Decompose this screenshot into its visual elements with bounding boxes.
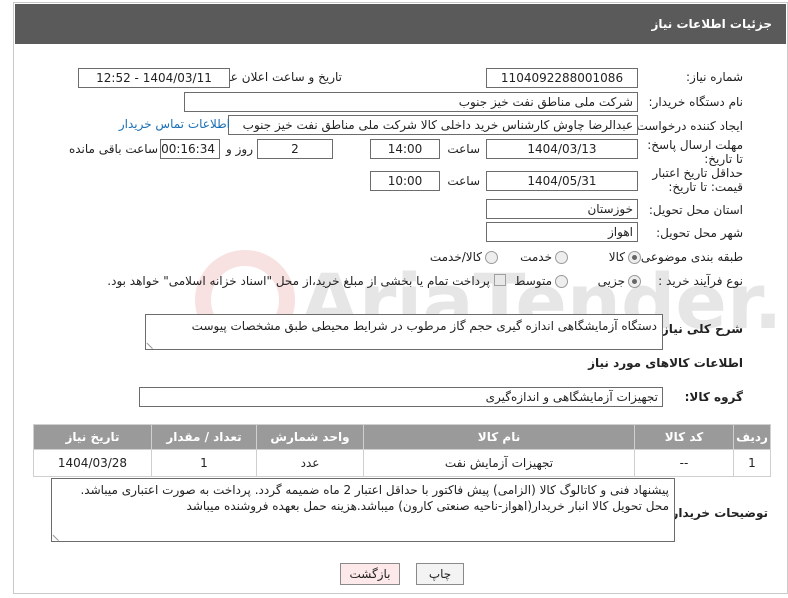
- page-header: جزئیات اطلاعات نیاز: [15, 4, 786, 44]
- goods-group-label: گروه کالا:: [684, 390, 743, 404]
- deadline-date-field: 1404/03/13: [486, 139, 638, 159]
- notes-label: توضیحات خریدار:: [666, 506, 768, 520]
- announce-field: 1404/03/11 - 12:52: [78, 68, 230, 88]
- resize-handle[interactable]: [146, 336, 159, 350]
- col-unit-header: واحد شمارش: [256, 424, 364, 450]
- buyer-label: نام دستگاه خریدار:: [648, 95, 744, 109]
- buyer-contact-link[interactable]: اطلاعات تماس خریدار: [119, 117, 230, 131]
- col-qty-header: تعداد / مقدار: [151, 424, 257, 450]
- creator-label: ایجاد کننده درخواست:: [632, 119, 743, 133]
- print-button[interactable]: چاپ: [416, 563, 464, 585]
- notes-textarea: پیشنهاد فنی و کاتالوگ کالا (الزامی) پیش …: [51, 478, 675, 542]
- col-name-header: نام کالا: [363, 424, 635, 450]
- table-row: 1 -- تجهیزات آزمایش نفت عدد 1 1404/03/28: [33, 449, 771, 477]
- province-label: استان محل تحویل:: [648, 203, 743, 217]
- validity-time-label: ساعت: [447, 174, 480, 188]
- code-cell: --: [634, 449, 734, 477]
- process-label: نوع فرآیند خرید :: [658, 274, 743, 288]
- process-medium-label: متوسط: [514, 274, 552, 288]
- need-number-field: 1104092288001086: [486, 68, 638, 88]
- days-label: روز و: [226, 142, 253, 156]
- name-cell: تجهیزات آزمایش نفت: [363, 449, 635, 477]
- category-label: طبقه بندی موضوعی:: [636, 250, 743, 264]
- resize-handle[interactable]: [52, 528, 65, 542]
- city-field: اهواز: [486, 222, 638, 242]
- category-both-radio[interactable]: [485, 251, 498, 264]
- validity-time-field: 10:00: [370, 171, 440, 191]
- treasury-checkbox[interactable]: [494, 274, 506, 286]
- deadline-label: مهلت ارسال پاسخ: تا تاریخ:: [647, 138, 743, 166]
- goods-table: ردیف کد کالا نام کالا واحد شمارش تعداد /…: [33, 424, 771, 477]
- col-date-header: تاریخ نیاز: [33, 424, 152, 450]
- date-cell: 1404/03/28: [33, 449, 152, 477]
- goods-group-field: تجهیزات آزمایشگاهی و اندازه‌گیری: [139, 387, 663, 407]
- validity-date-field: 1404/05/31: [486, 171, 638, 191]
- remaining-time-field: 00:16:34: [160, 139, 220, 159]
- treasury-note: پرداخت تمام یا بخشی از مبلغ خرید،از محل …: [107, 274, 490, 288]
- need-number-label: شماره نیاز:: [686, 70, 743, 84]
- deadline-time-field: 14:00: [370, 139, 440, 159]
- notes-text: پیشنهاد فنی و کاتالوگ کالا (الزامی) پیش …: [80, 483, 669, 513]
- summary-text: دستگاه آزمایشگاهی اندازه گیری حجم گاز مر…: [191, 319, 657, 333]
- category-service-label: خدمت: [520, 250, 552, 264]
- goods-section-title: اطلاعات کالاهای مورد نیاز: [588, 356, 743, 370]
- process-minor-radio[interactable]: [628, 275, 641, 288]
- unit-cell: عدد: [256, 449, 364, 477]
- col-code-header: کد کالا: [634, 424, 734, 450]
- province-field: خوزستان: [486, 199, 638, 219]
- category-both-label: کالا/خدمت: [429, 250, 482, 264]
- table-header-row: ردیف کد کالا نام کالا واحد شمارش تعداد /…: [33, 424, 771, 450]
- col-row-header: ردیف: [733, 424, 771, 450]
- deadline-time-label: ساعت: [447, 142, 480, 156]
- process-minor-label: جزیی: [597, 274, 625, 288]
- back-button[interactable]: بازگشت: [340, 563, 400, 585]
- days-field: 2: [257, 139, 333, 159]
- city-label: شهر محل تحویل:: [656, 226, 743, 240]
- summary-textarea: دستگاه آزمایشگاهی اندازه گیری حجم گاز مر…: [145, 314, 663, 350]
- qty-cell: 1: [151, 449, 257, 477]
- page-title: جزئیات اطلاعات نیاز: [651, 17, 772, 31]
- category-goods-radio[interactable]: [628, 251, 641, 264]
- buyer-field: شرکت ملی مناطق نفت خیز جنوب: [184, 92, 638, 112]
- remaining-label: ساعت باقی مانده: [68, 142, 158, 156]
- summary-label: شرح کلی نیاز:: [657, 322, 743, 336]
- creator-field: عبدالرضا چاوش کارشناس خرید داخلی کالا شر…: [228, 115, 638, 135]
- row-number-cell: 1: [733, 449, 771, 477]
- process-medium-radio[interactable]: [555, 275, 568, 288]
- category-service-radio[interactable]: [555, 251, 568, 264]
- validity-label: حداقل تاریخ اعتبار قیمت: تا تاریخ:: [652, 166, 743, 194]
- category-goods-label: کالا: [608, 250, 625, 264]
